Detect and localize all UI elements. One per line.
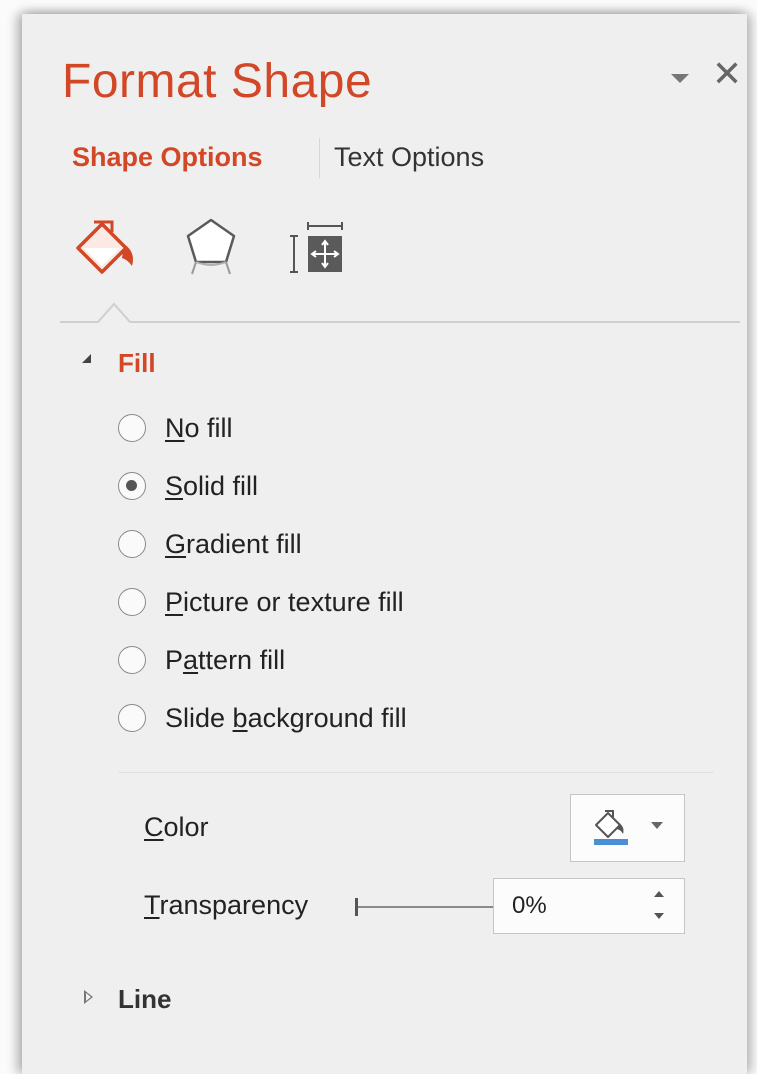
radio-button[interactable] xyxy=(118,588,146,616)
transparency-label: Transparency xyxy=(144,890,309,920)
radio-slide-background-fill[interactable]: Slide background fill xyxy=(118,700,407,736)
color-picker-button[interactable] xyxy=(570,794,685,862)
slider-track xyxy=(358,906,496,908)
format-shape-pane: Format Shape ✕ Shape Options Text Option… xyxy=(22,14,747,1074)
transparency-spinner[interactable]: 0% xyxy=(493,878,685,934)
expanded-triangle-icon xyxy=(82,354,91,363)
radio-label: Slide background fill xyxy=(165,702,407,733)
radio-button[interactable] xyxy=(118,530,146,558)
tab-text-options[interactable]: Text Options xyxy=(334,142,484,173)
chevron-down-icon xyxy=(651,822,663,829)
radio-picture-texture-fill[interactable]: Picture or texture fill xyxy=(118,584,404,620)
radio-solid-fill[interactable]: Solid fill xyxy=(118,468,258,504)
radio-label: Solid fill xyxy=(165,470,259,501)
tab-shape-options[interactable]: Shape Options xyxy=(72,142,263,173)
close-icon[interactable]: ✕ xyxy=(712,56,742,92)
chevron-down-icon[interactable] xyxy=(668,66,692,90)
collapsed-triangle-icon xyxy=(84,990,93,1004)
radio-label: No fill xyxy=(165,412,233,443)
fill-section-label: Fill xyxy=(118,348,156,378)
fill-line-icon[interactable] xyxy=(72,214,142,276)
spin-up-icon[interactable] xyxy=(654,891,664,897)
category-indicator-line xyxy=(60,296,740,328)
radio-no-fill[interactable]: No fill xyxy=(118,410,233,446)
line-section-label: Line xyxy=(118,984,172,1014)
size-properties-icon[interactable] xyxy=(284,214,348,280)
effects-icon[interactable] xyxy=(180,214,246,280)
radio-pattern-fill[interactable]: Pattern fill xyxy=(118,642,285,678)
divider xyxy=(118,772,714,773)
radio-button[interactable] xyxy=(118,414,146,442)
transparency-slider[interactable] xyxy=(352,892,502,922)
spin-down-icon[interactable] xyxy=(654,913,664,919)
radio-button[interactable] xyxy=(118,704,146,732)
radio-label: Picture or texture fill xyxy=(165,586,404,617)
radio-label: Gradient fill xyxy=(165,528,302,559)
tab-divider xyxy=(319,138,320,178)
radio-gradient-fill[interactable]: Gradient fill xyxy=(118,526,302,562)
transparency-value[interactable]: 0% xyxy=(512,892,547,920)
radio-button[interactable] xyxy=(118,472,146,500)
pane-title: Format Shape xyxy=(62,55,373,108)
color-label: Color xyxy=(144,812,209,842)
paint-bucket-icon xyxy=(591,807,631,847)
radio-label: Pattern fill xyxy=(165,644,286,675)
radio-button[interactable] xyxy=(118,646,146,674)
